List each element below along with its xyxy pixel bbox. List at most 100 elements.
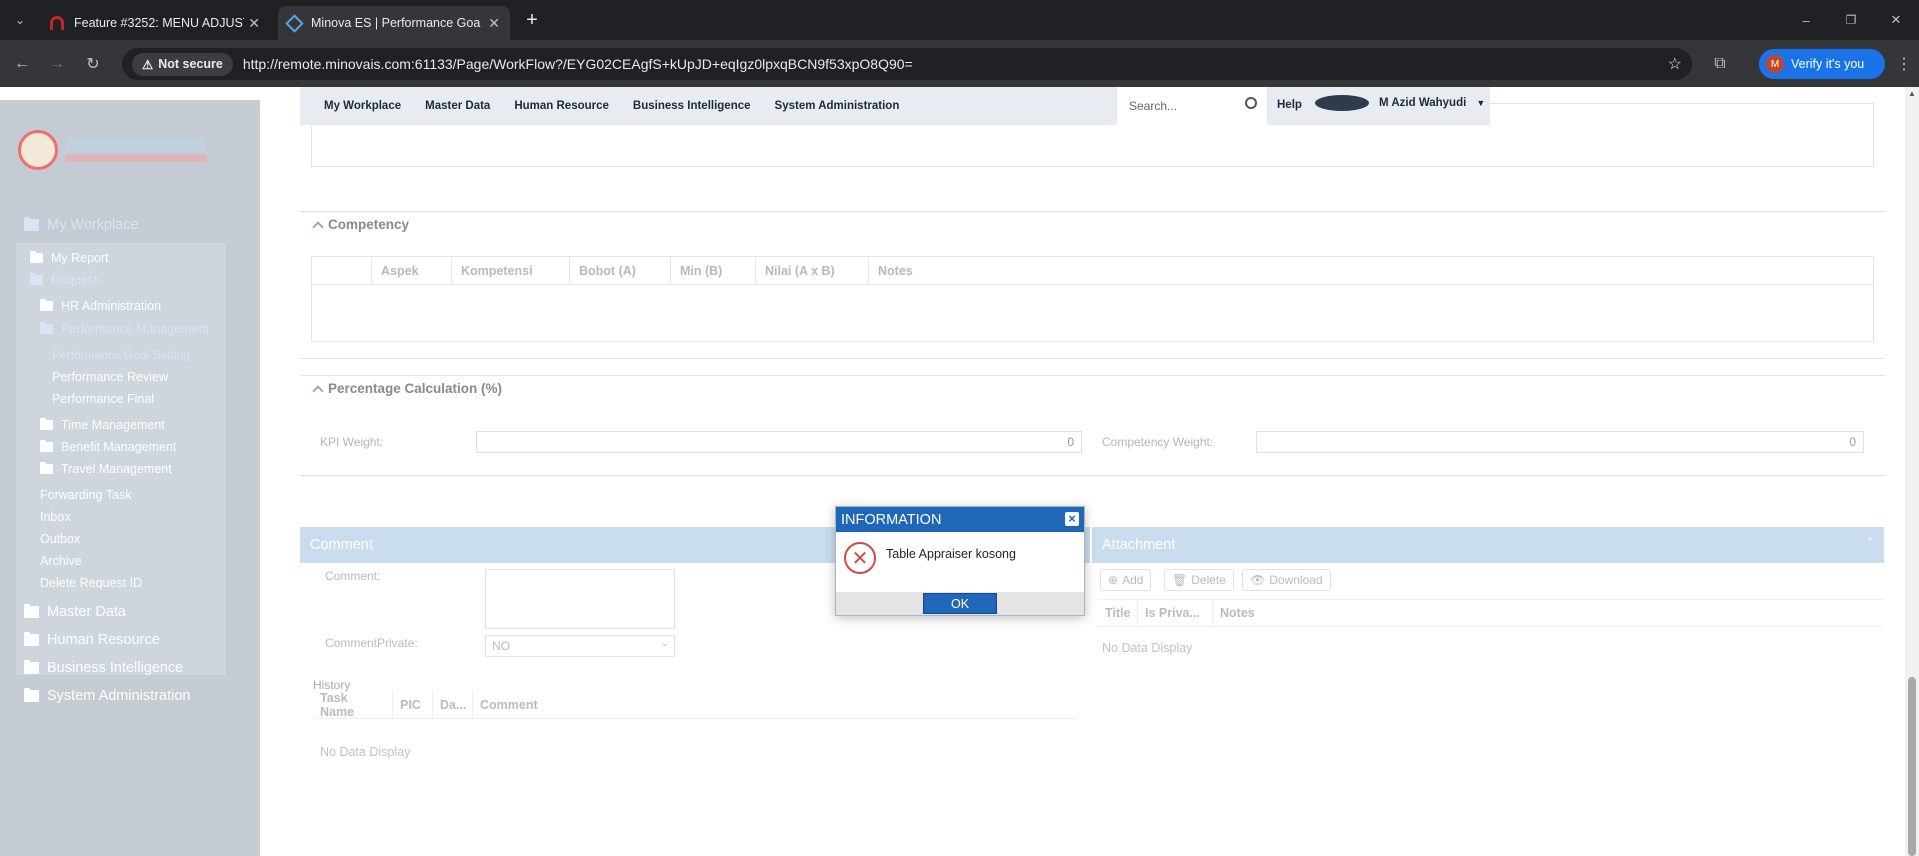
sidebar-item-inbox[interactable]: Inbox xyxy=(40,510,71,524)
download-button[interactable]: 👁 Download xyxy=(1242,569,1331,591)
collapse-chevron-icon[interactable] xyxy=(312,220,324,233)
sidebar-label: Request xyxy=(51,273,98,287)
menu-human-resource[interactable]: Human Resource xyxy=(514,100,609,112)
attachment-toolbar: ⊕ Add 🗑 Delete 👁 Download xyxy=(1100,569,1500,593)
tab-feature[interactable]: Feature #3252: MENU ADJUSTMENT ✕ xyxy=(40,6,270,40)
bookmark-star-icon[interactable]: ☆ xyxy=(1668,54,1682,74)
tab-close-icon[interactable]: ✕ xyxy=(488,15,500,32)
minimize-icon[interactable]: – xyxy=(1796,10,1816,30)
sidebar-item-outbox[interactable]: Outbox xyxy=(40,532,80,546)
comment-textarea[interactable] xyxy=(485,569,675,629)
col-select xyxy=(312,257,372,284)
kpi-weight-field[interactable]: 0 xyxy=(476,431,1082,453)
comment-private-value: NO xyxy=(492,639,510,653)
menu-dots-icon[interactable]: ⋮ xyxy=(1892,52,1916,76)
history-no-data: No Data Display xyxy=(320,745,411,759)
menu-master-data[interactable]: Master Data xyxy=(425,100,490,112)
sidebar-item-system-administration[interactable]: System Administration xyxy=(24,688,190,704)
menu-business-intelligence[interactable]: Business Intelligence xyxy=(633,100,751,112)
col-comment[interactable]: Comment xyxy=(473,691,673,718)
collapse-chevron-icon[interactable]: ⌃ xyxy=(1866,537,1874,548)
folder-icon xyxy=(24,660,39,674)
sidebar-item-performance-management[interactable]: Performance Management xyxy=(40,322,209,336)
sidebar-item-delete-request-id[interactable]: Delete Request ID xyxy=(40,576,142,590)
collapse-chevron-icon[interactable] xyxy=(312,384,324,397)
close-icon[interactable]: × xyxy=(1065,512,1079,526)
sidebar-item-time-management[interactable]: Time Management xyxy=(40,418,165,432)
sidebar-item-my-report[interactable]: My Report xyxy=(30,251,109,265)
col-kompetensi[interactable]: Kompetensi xyxy=(452,257,570,284)
add-label: Add xyxy=(1122,573,1144,587)
sidebar-item-performance-final[interactable]: Performance Final xyxy=(52,392,154,406)
sidebar-item-forwarding-task[interactable]: Forwarding Task xyxy=(40,488,131,502)
new-tab-icon[interactable]: + xyxy=(522,9,542,31)
back-icon[interactable]: ← xyxy=(10,52,34,76)
col-aspek[interactable]: Aspek xyxy=(372,257,452,284)
tab-close-icon[interactable]: ✕ xyxy=(248,15,260,32)
folder-open-icon xyxy=(30,273,43,285)
scroll-up-icon[interactable]: ▲ xyxy=(1908,89,1916,98)
sidebar-label: Delete Request ID xyxy=(40,576,143,590)
comment-private-select[interactable]: NO ⌄ xyxy=(485,635,675,657)
sidebar-item-performance-goal-setting[interactable]: Performance Goal Setting xyxy=(52,348,190,362)
sidebar-item-travel-management[interactable]: Travel Management xyxy=(40,462,172,476)
folder-icon xyxy=(40,440,53,452)
menu-system-administration[interactable]: System Administration xyxy=(775,100,900,112)
col-title[interactable]: Title xyxy=(1098,600,1138,626)
sidebar-label: System Administration xyxy=(47,688,191,704)
col-pic[interactable]: PIC xyxy=(393,691,433,718)
tab-title: Minova ES | Performance Goal Setting xyxy=(311,16,481,30)
sidebar-item-human-resource[interactable]: Human Resource xyxy=(24,632,160,648)
sidebar-item-request[interactable]: Request xyxy=(30,273,98,287)
attachment-no-data: No Data Display xyxy=(1102,641,1193,655)
reload-icon[interactable]: ↻ xyxy=(81,52,105,76)
help-link[interactable]: Help xyxy=(1277,99,1302,111)
tab-list-chevron-icon[interactable]: ⌄ xyxy=(10,12,30,28)
forward-icon[interactable]: → xyxy=(45,52,69,76)
menu-my-workplace[interactable]: My Workplace xyxy=(324,100,401,112)
delete-button[interactable]: 🗑 Delete xyxy=(1164,569,1234,591)
col-task-name[interactable]: Task Name xyxy=(313,691,393,719)
competency-grid-body xyxy=(311,284,1874,342)
extensions-icon[interactable]: ⧉ xyxy=(1708,52,1732,76)
col-is-private[interactable]: Is Priva... xyxy=(1138,600,1213,626)
attachment-header[interactable]: Attachment ⌃ xyxy=(1092,527,1884,563)
col-notes[interactable]: Notes xyxy=(1213,600,1413,626)
sidebar-item-performance-review[interactable]: Performance Review xyxy=(52,370,168,384)
col-notes[interactable]: Notes xyxy=(869,257,989,284)
sidebar-item-business-intelligence[interactable]: Business Intelligence xyxy=(24,660,183,676)
verify-button[interactable]: M Verify it's you xyxy=(1759,49,1885,79)
ok-button[interactable]: OK xyxy=(923,593,997,614)
search-icon[interactable] xyxy=(1245,97,1257,109)
competency-weight-field[interactable]: 0 xyxy=(1256,431,1864,453)
tab-performance-goal[interactable]: Minova ES | Performance Goal Setting ✕ xyxy=(278,6,510,40)
search-input[interactable]: Search... xyxy=(1117,87,1267,125)
col-bobot[interactable]: Bobot (A) xyxy=(570,257,671,284)
security-chip[interactable]: ⚠ Not secure xyxy=(132,52,233,76)
page-scrollbar[interactable]: ▲ xyxy=(1905,87,1919,856)
col-date[interactable]: Da... xyxy=(433,691,473,718)
user-menu[interactable]: M Azid Wahyudi ▼ xyxy=(1315,95,1485,111)
dialog-footer: OK xyxy=(836,592,1084,615)
address-bar[interactable]: ⚠ Not secure http://remote.minovais.com:… xyxy=(122,48,1692,80)
folder-icon xyxy=(24,632,39,646)
sidebar-label: Forwarding Task xyxy=(40,488,132,502)
sidebar-item-hr-administration[interactable]: HR Administration xyxy=(40,299,161,313)
close-window-icon[interactable]: ✕ xyxy=(1886,10,1906,30)
tab-title: Feature #3252: MENU ADJUSTMENT xyxy=(74,16,244,30)
col-nilai[interactable]: Nilai (A x B) xyxy=(756,257,869,284)
restore-icon[interactable]: ❐ xyxy=(1841,10,1861,30)
sidebar-label: Performance Goal Setting xyxy=(52,348,191,362)
dialog-header[interactable]: INFORMATION × xyxy=(836,507,1084,532)
scrollbar-thumb[interactable] xyxy=(1908,677,1916,856)
sidebar-label: Archive xyxy=(40,554,82,568)
sidebar-item-master-data[interactable]: Master Data xyxy=(24,604,126,620)
competency-header[interactable]: Competency xyxy=(312,217,409,233)
sidebar-item-archive[interactable]: Archive xyxy=(40,554,82,568)
col-min[interactable]: Min (B) xyxy=(671,257,756,284)
add-button[interactable]: ⊕ Add xyxy=(1100,569,1152,591)
url-text[interactable]: http://remote.minovais.com:61133/Page/Wo… xyxy=(243,56,913,72)
sidebar-item-benefit-management[interactable]: Benefit Management xyxy=(40,440,176,454)
sidebar-item-my-workplace[interactable]: My Workplace xyxy=(24,217,139,233)
percentage-header[interactable]: Percentage Calculation (%) xyxy=(312,381,502,397)
